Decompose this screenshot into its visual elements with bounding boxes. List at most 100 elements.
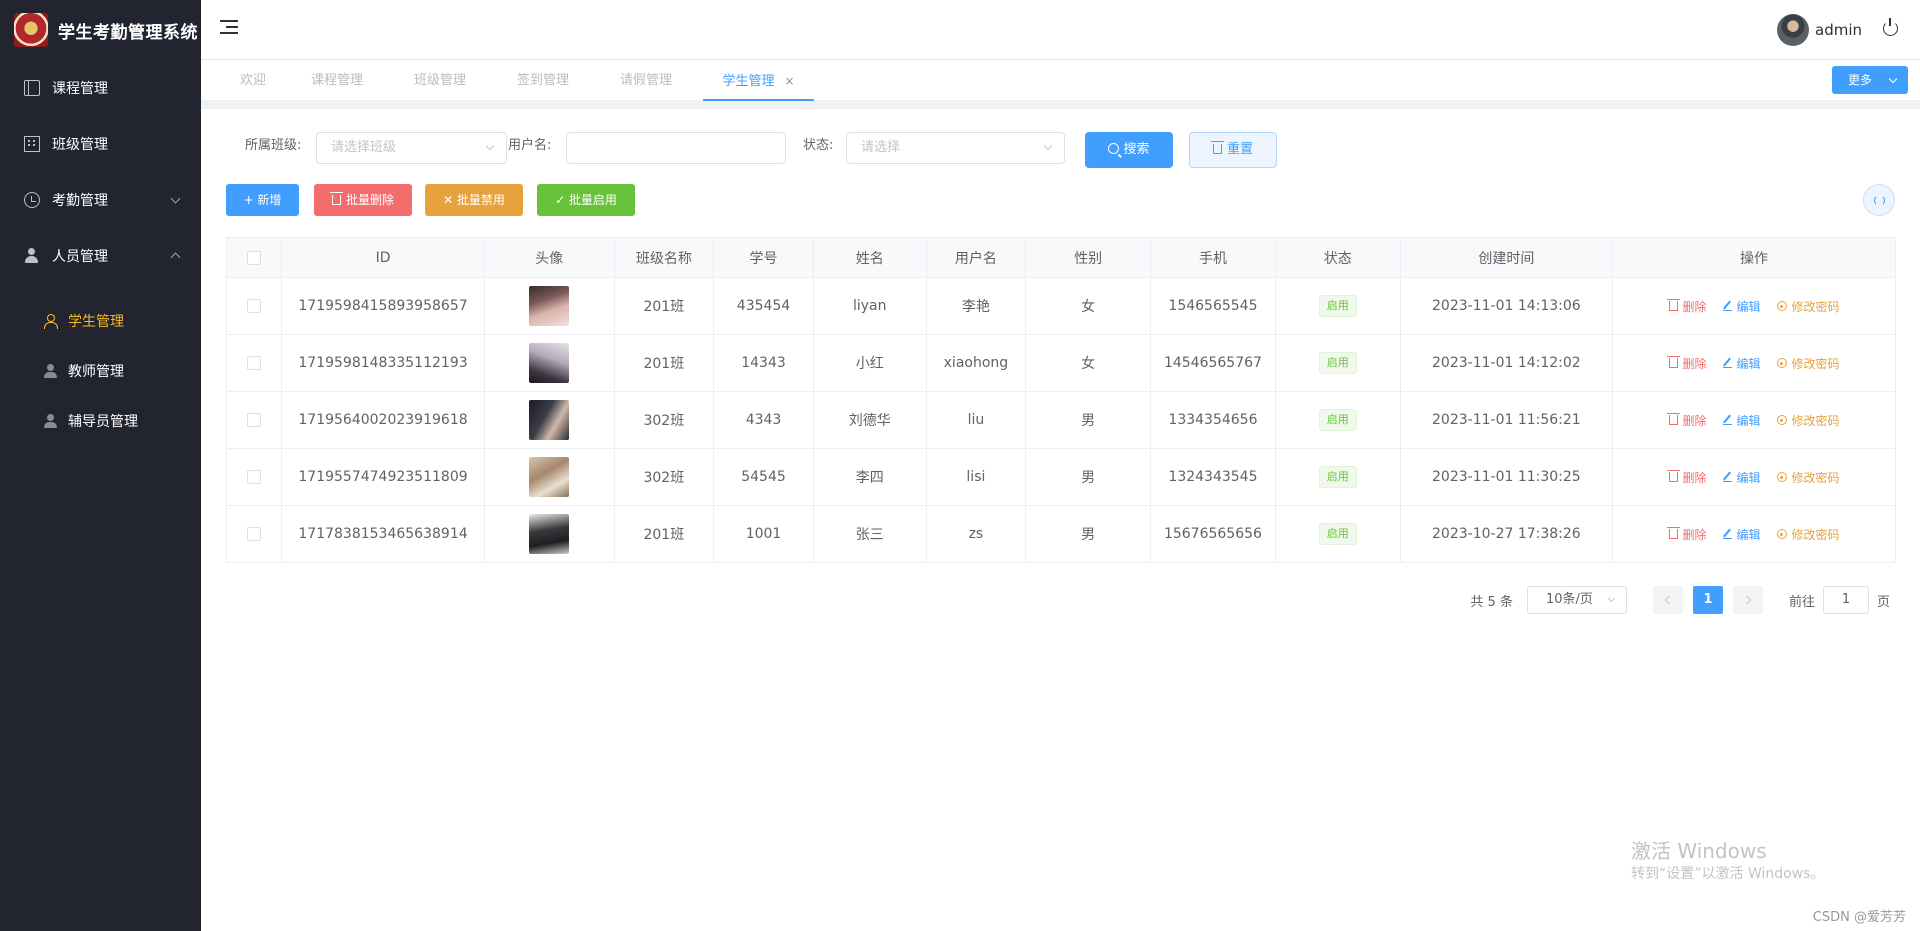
edit-icon — [1722, 301, 1732, 311]
edit-button[interactable]: 编辑 — [1722, 469, 1761, 486]
cell-student-no: 435454 — [713, 277, 814, 335]
class-select[interactable]: 请选择班级 — [316, 132, 507, 164]
change-password-button[interactable]: 修改密码 — [1776, 355, 1840, 372]
status-badge: 启用 — [1318, 466, 1357, 488]
delete-button[interactable]: 删除 — [1666, 412, 1707, 429]
cell-class: 302班 — [613, 391, 715, 449]
cell-username: lisi — [925, 448, 1027, 506]
tab-classes[interactable]: 班级管理 — [412, 61, 468, 101]
delete-button[interactable]: 删除 — [1666, 526, 1707, 543]
chevron-down-icon — [1043, 141, 1053, 151]
sidebar-item-classes[interactable]: 班级管理 — [0, 116, 201, 172]
batch-delete-button[interactable]: 批量删除 — [314, 184, 412, 216]
cell-class: 302班 — [613, 448, 715, 506]
goto-page-input[interactable]: 1 — [1822, 586, 1869, 614]
user-icon — [44, 414, 58, 428]
column-header: 用户名 — [925, 237, 1027, 278]
delete-button[interactable]: 删除 — [1666, 355, 1707, 372]
select-all-cell — [225, 237, 283, 278]
trash-icon — [1666, 413, 1680, 425]
edit-button[interactable]: 编辑 — [1722, 298, 1761, 315]
tab-bar: 欢迎 课程管理 班级管理 签到管理 请假管理 学生管理 × 更多 — [201, 61, 1920, 101]
add-button[interactable]: + 新增 — [226, 184, 299, 216]
cell-gender: 男 — [1025, 391, 1152, 449]
student-avatar — [529, 286, 570, 326]
tab-signin[interactable]: 签到管理 — [515, 61, 571, 101]
cell-id: 1719564002023919618 — [281, 391, 485, 449]
table-header-row: ID 头像 班级名称 学号 姓名 用户名 性别 手机 状态 创建时间 操作 — [225, 237, 1896, 278]
sidebar-item-personnel[interactable]: 人员管理 — [0, 228, 201, 284]
power-icon[interactable] — [1883, 18, 1898, 36]
row-checkbox[interactable] — [247, 527, 262, 541]
edit-button[interactable]: 编辑 — [1722, 526, 1761, 543]
sidebar-subitem-students[interactable]: 学生管理 — [0, 296, 201, 346]
sidebar-item-label: 课程管理 — [52, 81, 108, 97]
delete-button[interactable]: 删除 — [1666, 469, 1707, 486]
prev-page-button[interactable] — [1652, 586, 1683, 614]
row-checkbox[interactable] — [247, 470, 262, 484]
column-header: 操作 — [1612, 237, 1896, 278]
user-icon — [24, 248, 40, 264]
change-password-button[interactable]: 修改密码 — [1776, 412, 1840, 429]
search-button[interactable]: 搜索 — [1085, 132, 1173, 168]
tab-students[interactable]: 学生管理 × — [703, 61, 814, 101]
column-header: 学号 — [713, 237, 814, 278]
tab-welcome[interactable]: 欢迎 — [233, 61, 273, 101]
status-label: 状态: — [803, 138, 834, 153]
status-badge: 启用 — [1318, 409, 1357, 431]
more-button[interactable]: 更多 — [1832, 66, 1908, 94]
cell-student-no: 14343 — [713, 334, 814, 392]
user-menu[interactable]: admin — [1777, 14, 1862, 46]
brand[interactable]: 学生考勤管理系统 — [0, 0, 201, 60]
tab-courses[interactable]: 课程管理 — [309, 61, 365, 101]
class-label: 所属班级: — [245, 138, 302, 153]
avatar — [1777, 14, 1809, 46]
edit-icon — [1722, 358, 1732, 368]
student-table: ID 头像 班级名称 学号 姓名 用户名 性别 手机 状态 创建时间 操作 17… — [225, 237, 1896, 563]
page-size-select[interactable]: 10条/页 — [1526, 586, 1627, 614]
tab-leave[interactable]: 请假管理 — [618, 61, 674, 101]
school-logo — [14, 13, 48, 47]
windows-activation-title: 激活 Windows — [1631, 839, 1767, 863]
cell-username: xiaohong — [925, 334, 1027, 392]
cell-username: zs — [925, 505, 1027, 563]
sidebar-subitem-teachers[interactable]: 教师管理 — [0, 346, 201, 396]
cell-student-no: 54545 — [713, 448, 814, 506]
row-checkbox[interactable] — [247, 356, 262, 370]
sidebar-item-attendance[interactable]: 考勤管理 — [0, 172, 201, 228]
cell-username: 李艳 — [925, 277, 1027, 335]
row-checkbox[interactable] — [247, 299, 262, 313]
sidebar-subitem-counselors[interactable]: 辅导员管理 — [0, 396, 201, 446]
trash-icon — [329, 192, 343, 205]
batch-disable-button[interactable]: ✕ 批量禁用 — [425, 184, 523, 216]
search-form: 所属班级: 请选择班级 用户名: 状态: 请选择 搜索 重置 — [201, 109, 1920, 184]
row-checkbox[interactable] — [247, 413, 262, 427]
edit-button[interactable]: 编辑 — [1722, 355, 1761, 372]
cell-created: 2023-10-27 17:38:26 — [1399, 505, 1614, 563]
reset-button[interactable]: 重置 — [1189, 132, 1277, 168]
cell-name: 刘德华 — [812, 391, 927, 449]
edit-button[interactable]: 编辑 — [1722, 412, 1761, 429]
change-password-button[interactable]: 修改密码 — [1776, 469, 1840, 486]
menu-toggle-icon[interactable] — [220, 20, 238, 35]
user-outline-icon — [44, 314, 58, 329]
change-password-button[interactable]: 修改密码 — [1776, 298, 1840, 315]
delete-button[interactable]: 删除 — [1666, 298, 1707, 315]
select-all-checkbox[interactable] — [247, 250, 262, 265]
batch-enable-button[interactable]: ✓ 批量启用 — [537, 184, 635, 216]
close-icon[interactable]: × — [784, 74, 794, 88]
pagination: 共 5 条 10条/页 1 前往 1 页 — [1470, 586, 1890, 614]
status-select[interactable]: 请选择 — [846, 132, 1065, 164]
sidebar-item-label: 考勤管理 — [52, 193, 108, 209]
change-password-button[interactable]: 修改密码 — [1776, 526, 1840, 543]
gear-icon — [1776, 472, 1787, 482]
column-header: 创建时间 — [1399, 237, 1614, 278]
next-page-button[interactable] — [1732, 586, 1763, 614]
personnel-submenu: 学生管理 教师管理 辅导员管理 — [0, 284, 201, 446]
page-number[interactable]: 1 — [1692, 586, 1723, 614]
username: admin — [1815, 21, 1862, 39]
sidebar-item-courses[interactable]: 课程管理 — [0, 60, 201, 116]
username-input[interactable] — [566, 132, 786, 164]
cell-created: 2023-11-01 14:12:02 — [1399, 334, 1614, 392]
refresh-icon[interactable] — [1863, 184, 1895, 216]
